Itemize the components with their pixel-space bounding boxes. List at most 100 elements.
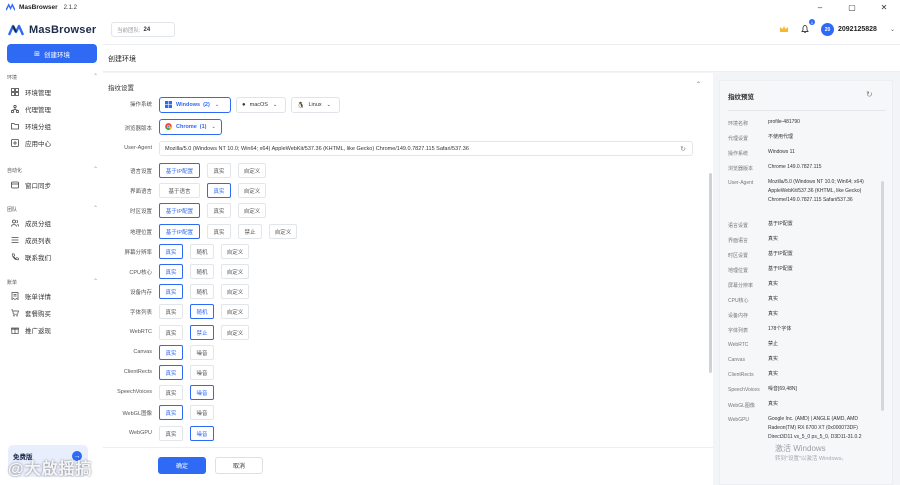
preview-key: ClientRects <box>728 372 754 378</box>
sidebar: MasBrowser ⊞ 创建环境 环境 ⌃ 环境管理 代理管理 环境分组 应用… <box>0 15 103 485</box>
option-button[interactable]: 真实 <box>159 426 183 441</box>
sidebar-item-member-groups[interactable]: 成员分组 <box>10 218 51 228</box>
option-button[interactable]: 自定义 <box>238 183 266 198</box>
preview-key: 屏幕分辨率 <box>728 283 754 289</box>
chevron-down-icon[interactable]: ⌄ <box>890 26 895 33</box>
option-button[interactable]: 禁止 <box>238 224 262 239</box>
option-button[interactable]: 随机 <box>190 264 214 279</box>
sidebar-item-env-management[interactable]: 环境管理 <box>10 87 51 97</box>
chevron-up-icon[interactable]: ⌃ <box>93 205 98 212</box>
bell-icon[interactable] <box>800 24 810 34</box>
row-label: CPU核心 <box>129 270 152 276</box>
preview-scrollbar[interactable] <box>881 181 884 411</box>
option-button[interactable]: 真实 <box>159 405 183 420</box>
sidebar-item-plan-purchase[interactable]: 套餐购买 <box>10 308 51 318</box>
sidebar-item-env-groups[interactable]: 环境分组 <box>10 121 51 131</box>
option-button[interactable]: 基于IP配置 <box>159 203 200 218</box>
option-button[interactable]: 自定义 <box>221 284 249 299</box>
option-button[interactable]: 真实 <box>159 264 183 279</box>
row-label: 设备内存 <box>129 290 152 296</box>
minimize-button[interactable]: – <box>805 0 835 15</box>
option-button[interactable]: 真实 <box>159 345 183 360</box>
divider <box>728 110 886 111</box>
preview-key: 字体列表 <box>728 328 749 334</box>
sidebar-item-app-center[interactable]: 应用中心 <box>10 138 51 148</box>
window-sync-icon <box>10 181 19 190</box>
row-label: 时区设置 <box>129 209 152 215</box>
option-button[interactable]: 基于IP配置 <box>159 163 200 178</box>
option-button[interactable]: 真实 <box>159 284 183 299</box>
sidebar-item-window-sync[interactable]: 窗口同步 <box>10 180 51 190</box>
os-option-linux[interactable]: 🐧 Linux ⌄ <box>291 97 340 113</box>
option-button[interactable]: 真实 <box>159 365 183 380</box>
option-button[interactable]: 自定义 <box>238 163 266 178</box>
option-button[interactable]: 自定义 <box>238 203 266 218</box>
option-button[interactable]: 真实 <box>159 244 183 259</box>
option-button[interactable]: 自定义 <box>221 264 249 279</box>
avatar[interactable]: 20 <box>821 23 834 36</box>
chevron-down-icon: ⌄ <box>326 102 331 108</box>
option-button[interactable]: 自定义 <box>221 304 249 319</box>
sidebar-item-referral-cashback[interactable]: 推广返现 <box>10 325 51 335</box>
apps-icon <box>10 139 19 148</box>
row-label: 语言设置 <box>129 169 152 175</box>
option-button[interactable]: 自定义 <box>269 224 297 239</box>
chevron-up-icon[interactable]: ⌃ <box>93 166 98 173</box>
option-button[interactable]: 基于语言 <box>159 183 200 198</box>
preview-value: 基于IP配置 <box>768 221 793 227</box>
sidebar-item-billing-details[interactable]: 账单详情 <box>10 291 51 301</box>
form-scrollbar[interactable] <box>709 173 712 373</box>
os-option-windows[interactable]: Windows (2) ⌄ <box>159 97 231 113</box>
team-selector[interactable]: 当前团队: 24 <box>111 22 175 37</box>
confirm-button[interactable]: 确定 <box>158 457 206 474</box>
fingerprint-form: 指纹设置 ⌃ 操作系统 Windows (2) ⌄ ● macOS ⌄ 🐧 Li… <box>103 73 713 485</box>
option-button[interactable]: 基于IP配置 <box>159 224 200 239</box>
chevron-up-icon[interactable]: ⌃ <box>93 278 98 285</box>
option-button[interactable]: 真实 <box>207 224 231 239</box>
sidebar-item-member-list[interactable]: 成员列表 <box>10 235 51 245</box>
option-button[interactable]: 噪音 <box>190 405 214 420</box>
user-id[interactable]: 2092125828 <box>838 26 877 33</box>
option-button[interactable]: 随机 <box>190 244 214 259</box>
nav-section-billing: 账单 <box>7 280 18 286</box>
option-button[interactable]: 随机 <box>190 304 214 319</box>
option-button[interactable]: 噪音 <box>190 426 214 441</box>
windows-activation-title: 激活 Windows <box>775 444 826 453</box>
sidebar-item-proxy-management[interactable]: 代理管理 <box>10 104 51 114</box>
sidebar-item-label: 推广返现 <box>25 328 51 335</box>
team-label: 当前团队: <box>117 27 141 34</box>
option-button[interactable]: 真实 <box>207 183 231 198</box>
option-button[interactable]: 真实 <box>159 385 183 400</box>
option-button[interactable]: 自定义 <box>221 244 249 259</box>
sidebar-item-contact-us[interactable]: 联系我们 <box>10 252 51 262</box>
option-button[interactable]: 自定义 <box>221 325 249 340</box>
create-environment-button[interactable]: ⊞ 创建环境 <box>7 44 97 63</box>
cancel-button[interactable]: 取消 <box>215 457 263 474</box>
option-button[interactable]: 真实 <box>159 304 183 319</box>
team-value: 24 <box>143 26 151 33</box>
option-button[interactable]: 真实 <box>207 163 231 178</box>
option-button[interactable]: 噪音 <box>190 385 214 400</box>
os-option-count: (2) <box>203 102 210 108</box>
close-button[interactable]: ✕ <box>869 0 899 15</box>
chevron-up-icon[interactable]: ⌃ <box>696 81 701 88</box>
option-button[interactable]: 禁止 <box>190 325 214 340</box>
option-button[interactable]: 随机 <box>190 284 214 299</box>
user-agent-field[interactable]: Mozilla/5.0 (Windows NT 10.0; Win64; x64… <box>159 141 693 156</box>
nav-section-team: 团队 <box>7 207 18 213</box>
option-button[interactable]: 噪音 <box>190 365 214 380</box>
browser-select[interactable]: Chrome (1) ⌄ <box>159 119 222 135</box>
row-label: 地理位置 <box>129 230 152 236</box>
preview-value: 真实 <box>768 311 779 317</box>
maximize-button[interactable]: ▢ <box>837 0 867 15</box>
os-option-macos[interactable]: ● macOS ⌄ <box>236 97 286 113</box>
watermark-logo: @大啟揺搞 <box>8 461 93 478</box>
refresh-icon[interactable]: ↻ <box>680 145 686 153</box>
option-button[interactable]: 真实 <box>159 325 183 340</box>
option-button[interactable]: 噪音 <box>190 345 214 360</box>
crown-icon[interactable] <box>779 24 789 34</box>
chevron-up-icon[interactable]: ⌃ <box>93 73 98 80</box>
option-button[interactable]: 真实 <box>207 203 231 218</box>
grid-icon <box>10 88 19 97</box>
refresh-icon[interactable]: ↻ <box>866 90 873 99</box>
